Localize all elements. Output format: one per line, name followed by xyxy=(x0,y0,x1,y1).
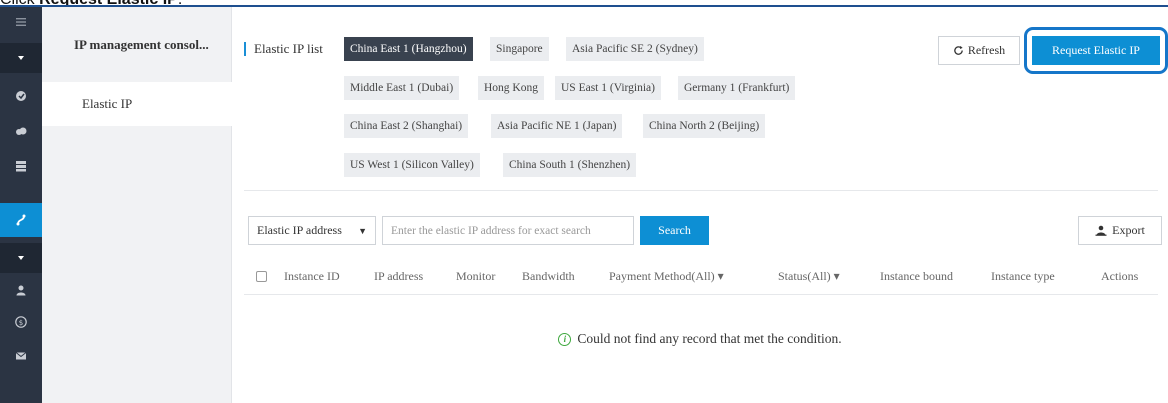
icon-sidebar: $ xyxy=(0,7,42,403)
refresh-icon xyxy=(954,45,963,55)
column-status[interactable]: Status(All) ▾ xyxy=(778,269,840,284)
search-field-select[interactable]: Elastic IP address ▼ xyxy=(248,216,376,245)
export-button[interactable]: Export xyxy=(1078,216,1162,245)
request-highlight-ring: Request Elastic IP xyxy=(1024,27,1168,74)
page-title: Elastic IP list xyxy=(244,39,323,59)
empty-message: Could not find any record that met the c… xyxy=(577,331,842,346)
user-icon[interactable] xyxy=(0,275,42,305)
region-tab-middle-east-1[interactable]: Middle East 1 (Dubai) xyxy=(344,76,460,100)
region-tab-us-west-1[interactable]: US West 1 (Silicon Valley) xyxy=(344,153,480,177)
server-icon[interactable] xyxy=(0,151,42,181)
section-divider xyxy=(244,190,1158,191)
cloud-icon[interactable] xyxy=(0,116,42,146)
chevron-down-icon[interactable] xyxy=(0,43,42,73)
column-instance-type[interactable]: Instance type xyxy=(991,269,1055,284)
console-title: IP management consol... xyxy=(74,36,209,52)
region-tab-china-south-1[interactable]: China South 1 (Shenzhen) xyxy=(503,153,637,177)
empty-state: i Could not find any record that met the… xyxy=(232,329,1168,349)
svg-text:$: $ xyxy=(19,319,23,327)
side-navigation: IP management consol... Elastic IP xyxy=(42,7,232,403)
region-tab-china-north-2[interactable]: China North 2 (Beijing) xyxy=(643,114,766,138)
region-tab-asia-pacific-se-2[interactable]: Asia Pacific SE 2 (Sydney) xyxy=(566,37,704,61)
region-tab-china-east-1[interactable]: China East 1 (Hangzhou) xyxy=(344,37,473,61)
search-button[interactable]: Search xyxy=(640,216,709,245)
title-accent-bar xyxy=(244,42,246,56)
page-title-text: Elastic IP list xyxy=(254,41,323,56)
request-elastic-ip-button[interactable]: Request Elastic IP xyxy=(1032,36,1160,65)
region-tab-us-east-1[interactable]: US East 1 (Virginia) xyxy=(555,76,661,100)
region-tab-asia-pacific-ne-1[interactable]: Asia Pacific NE 1 (Japan) xyxy=(491,114,623,138)
search-field-value: Elastic IP address xyxy=(257,223,342,237)
menu-icon[interactable] xyxy=(0,7,42,37)
refresh-button[interactable]: Refresh xyxy=(938,36,1020,65)
column-ip-address[interactable]: IP address xyxy=(374,269,423,284)
export-icon xyxy=(1095,225,1107,236)
shield-icon[interactable] xyxy=(0,81,42,111)
column-bandwidth[interactable]: Bandwidth xyxy=(522,269,575,284)
column-instance-bound[interactable]: Instance bound xyxy=(880,269,953,284)
info-icon: i xyxy=(558,332,572,346)
mail-icon[interactable] xyxy=(0,341,42,371)
sidebar-item-elastic-ip[interactable]: Elastic IP xyxy=(42,82,232,126)
elastic-ip-icon[interactable] xyxy=(0,203,42,237)
region-tab-germany-1[interactable]: Germany 1 (Frankfurt) xyxy=(678,76,796,100)
region-tab-singapore[interactable]: Singapore xyxy=(490,37,549,61)
chevron-down-icon: ▼ xyxy=(358,225,367,236)
region-tab-hong-kong[interactable]: Hong Kong xyxy=(478,76,544,100)
column-instance-id[interactable]: Instance ID xyxy=(284,269,340,284)
export-label: Export xyxy=(1112,223,1145,237)
refresh-label: Refresh xyxy=(967,43,1006,57)
column-monitor[interactable]: Monitor xyxy=(456,269,495,284)
select-all-checkbox[interactable] xyxy=(256,271,267,282)
billing-icon[interactable]: $ xyxy=(0,307,42,337)
column-payment-method[interactable]: Payment Method(All) ▾ xyxy=(609,269,724,284)
search-input[interactable] xyxy=(382,216,634,245)
region-tab-china-east-2[interactable]: China East 2 (Shanghai) xyxy=(344,114,469,138)
chevron-down-icon[interactable] xyxy=(0,243,42,273)
column-actions[interactable]: Actions xyxy=(1101,269,1138,284)
main-content: Elastic IP list China East 1 (Hangzhou) … xyxy=(232,7,1168,403)
table-header: Instance ID IP address Monitor Bandwidth… xyxy=(244,259,1158,295)
